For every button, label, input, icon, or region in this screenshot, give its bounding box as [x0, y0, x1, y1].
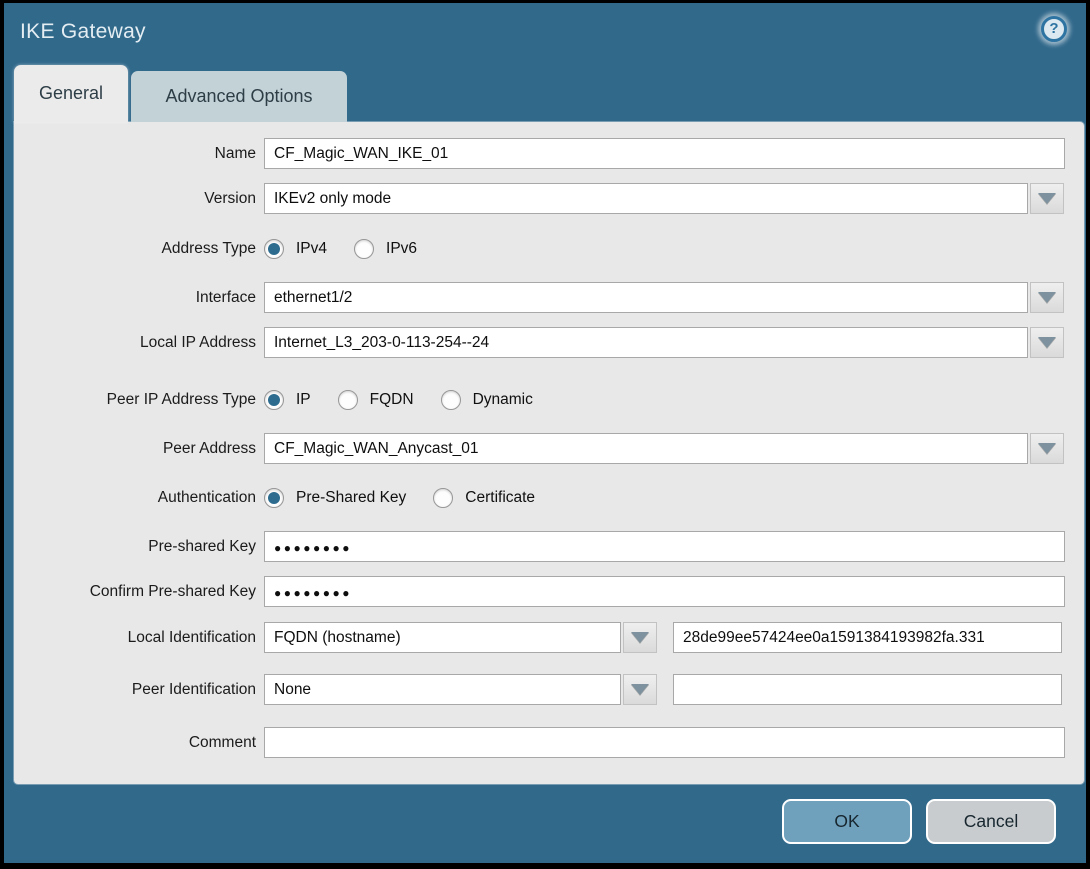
general-tab-panel: Name Version Address Type [14, 122, 1084, 784]
pre-shared-key-row: Pre-shared Key [14, 531, 1084, 562]
peer-ip-address-type-row: Peer IP Address Type IP FQDN Dynamic [14, 384, 1084, 415]
local-ip-address-dropdown-button[interactable] [1030, 327, 1064, 358]
radio-ipv4[interactable]: IPv4 [264, 238, 328, 259]
peer-identification-dropdown-button[interactable] [623, 674, 657, 705]
dialog-footer: OK Cancel [4, 784, 1086, 863]
pre-shared-key-input[interactable] [264, 531, 1065, 562]
authentication-row: Authentication Pre-Shared Key Certificat… [14, 482, 1084, 513]
page-title: IKE Gateway [20, 20, 146, 43]
chevron-down-icon [1038, 292, 1056, 303]
peer-ip-address-type-label: Peer IP Address Type [106, 390, 256, 408]
radio-pre-shared-key-button[interactable] [264, 487, 284, 508]
peer-ip-address-type-radio-group: IP FQDN Dynamic [264, 389, 560, 410]
radio-fqdn[interactable]: FQDN [337, 389, 414, 410]
peer-address-input[interactable] [264, 433, 1028, 464]
peer-address-row: Peer Address [14, 433, 1084, 464]
confirm-pre-shared-key-label: Confirm Pre-shared Key [89, 582, 256, 600]
version-row: Version [14, 183, 1084, 214]
authentication-label: Authentication [157, 488, 256, 506]
local-identification-type-input[interactable] [264, 622, 621, 653]
radio-ip[interactable]: IP [264, 389, 311, 410]
ok-button[interactable]: OK [782, 799, 912, 844]
local-ip-address-label: Local IP Address [139, 333, 256, 351]
local-identification-label: Local Identification [127, 628, 256, 646]
interface-row: Interface [14, 282, 1084, 313]
local-identification-value-input[interactable] [673, 622, 1062, 653]
address-type-row: Address Type IPv4 IPv6 [14, 233, 1084, 264]
chevron-down-icon [631, 632, 649, 643]
local-identification-dropdown-button[interactable] [623, 622, 657, 653]
confirm-pre-shared-key-row: Confirm Pre-shared Key [14, 576, 1084, 607]
name-label: Name [214, 144, 256, 162]
chevron-down-icon [1038, 443, 1056, 454]
radio-ipv6[interactable]: IPv6 [354, 238, 418, 259]
tab-advanced-options-label: Advanced Options [165, 86, 313, 106]
interface-dropdown-button[interactable] [1030, 282, 1064, 313]
peer-identification-value-input[interactable] [673, 674, 1062, 705]
radio-ipv6-label: IPv6 [386, 239, 418, 257]
radio-pre-shared-key[interactable]: Pre-Shared Key [264, 487, 407, 508]
comment-row: Comment [14, 727, 1084, 758]
radio-fqdn-button[interactable] [337, 389, 358, 410]
radio-ipv6-button[interactable] [354, 238, 375, 259]
address-type-radio-group: IPv4 IPv6 [264, 238, 444, 259]
radio-certificate-label: Certificate [465, 488, 536, 506]
dialog-frame: IKE Gateway ? General Advanced Options N… [0, 0, 1090, 869]
version-input[interactable] [264, 183, 1028, 214]
address-type-label: Address Type [161, 239, 257, 257]
radio-pre-shared-key-label: Pre-Shared Key [296, 488, 407, 506]
version-dropdown-button[interactable] [1030, 183, 1064, 214]
tab-advanced-options[interactable]: Advanced Options [131, 71, 347, 122]
radio-certificate-button[interactable] [433, 487, 454, 508]
ike-gateway-dialog: IKE Gateway ? General Advanced Options N… [4, 3, 1086, 863]
authentication-radio-group: Pre-Shared Key Certificate [264, 487, 562, 508]
name-input[interactable] [264, 138, 1065, 169]
radio-dynamic-button[interactable] [440, 389, 461, 410]
peer-identification-label: Peer Identification [131, 680, 256, 698]
chevron-down-icon [1038, 193, 1056, 204]
radio-ip-label: IP [296, 390, 311, 408]
radio-ipv4-label: IPv4 [296, 239, 328, 257]
tab-general[interactable]: General [14, 65, 128, 122]
chevron-down-icon [631, 684, 649, 695]
chevron-down-icon [1038, 337, 1056, 348]
pre-shared-key-label: Pre-shared Key [148, 537, 256, 555]
radio-certificate[interactable]: Certificate [433, 487, 536, 508]
local-identification-row: Local Identification [14, 622, 1084, 653]
comment-label: Comment [188, 733, 256, 751]
interface-label: Interface [195, 288, 256, 306]
interface-input[interactable] [264, 282, 1028, 313]
local-ip-address-input[interactable] [264, 327, 1028, 358]
cancel-button[interactable]: Cancel [926, 799, 1056, 844]
title-bar: IKE Gateway ? [4, 3, 1086, 65]
comment-input[interactable] [264, 727, 1065, 758]
confirm-pre-shared-key-input[interactable] [264, 576, 1065, 607]
peer-address-dropdown-button[interactable] [1030, 433, 1064, 464]
tab-general-label: General [38, 83, 104, 103]
peer-identification-row: Peer Identification [14, 674, 1084, 705]
radio-dynamic[interactable]: Dynamic [440, 389, 533, 410]
help-icon[interactable]: ? [1041, 16, 1067, 42]
version-label: Version [204, 189, 256, 207]
radio-ip-button[interactable] [264, 389, 284, 410]
local-ip-address-row: Local IP Address [14, 327, 1084, 358]
radio-ipv4-button[interactable] [264, 238, 284, 259]
radio-dynamic-label: Dynamic [472, 390, 533, 408]
radio-fqdn-label: FQDN [369, 390, 414, 408]
peer-address-label: Peer Address [162, 439, 256, 457]
name-row: Name [14, 138, 1084, 169]
peer-identification-type-input[interactable] [264, 674, 621, 705]
